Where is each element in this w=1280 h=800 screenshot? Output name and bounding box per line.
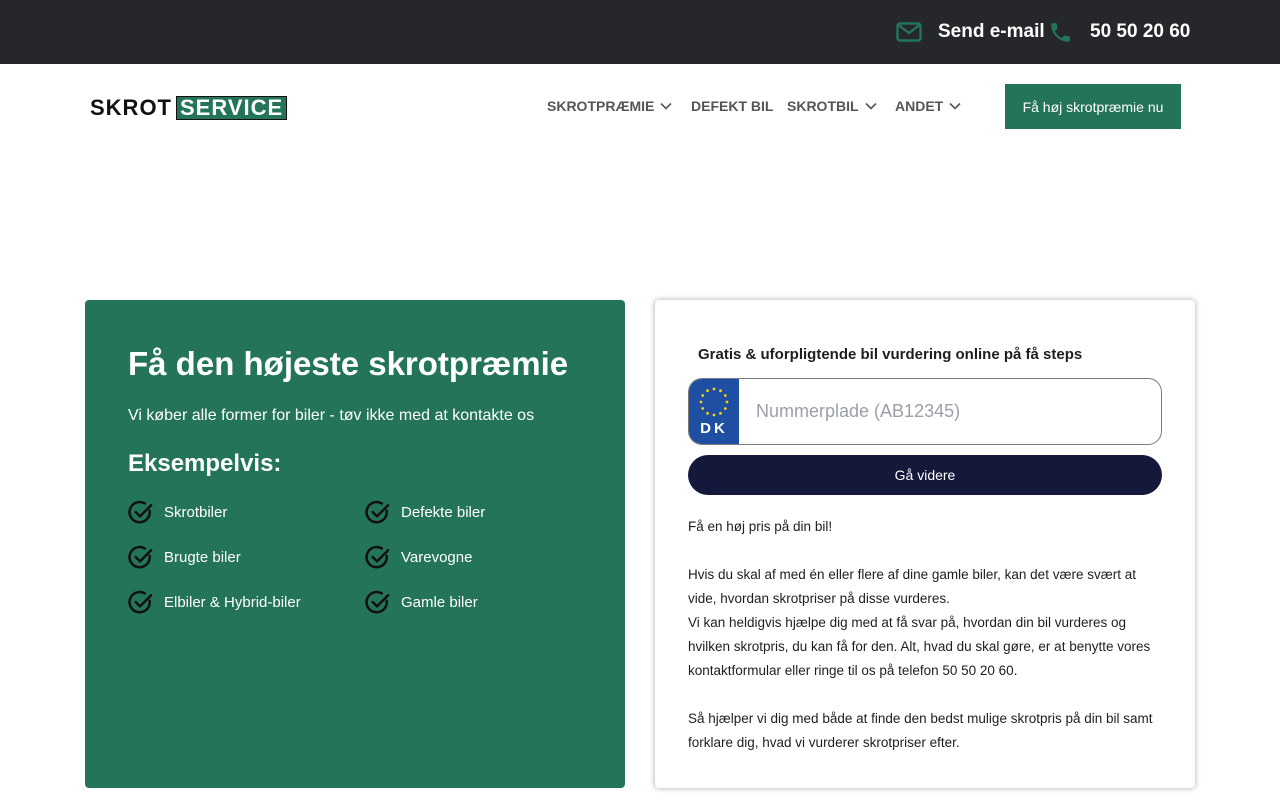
top-contact-bar: Send e-mail 50 50 20 60 [0,0,1280,64]
hero-card: Få den højeste skrotpræmie Vi køber alle… [85,300,625,788]
phone-number: 50 50 20 60 [1090,21,1191,42]
example-item: Varevogne [365,544,472,570]
check-circle-icon [128,545,153,568]
example-label: Brugte biler [164,548,241,566]
chevron-down-icon [660,102,672,110]
description-paragraph: Hvis du skal af med én eller flere af di… [688,567,1136,606]
description-paragraph: Så hjælper vi dig med både at finde den … [688,711,1153,750]
check-circle-icon [128,590,153,613]
hero-title: Få den højeste skrotpræmie [128,345,569,382]
example-item: Brugte biler [128,544,241,570]
valuation-form-card: Gratis & uforpligtende bil vurdering onl… [655,300,1195,788]
nav-item-skrotpraemie[interactable]: SKROTPRÆMIE [547,96,672,116]
example-item: Gamle biler [365,589,478,615]
country-code: DK [700,420,728,437]
check-circle-icon [128,500,153,523]
example-item: Elbiler & Hybrid-biler [128,589,301,615]
license-plate-field: DK [688,378,1162,445]
site-logo[interactable]: SKROT SERVICE [90,95,288,120]
continue-button[interactable]: Gå videre [688,455,1162,495]
nav-item-skrotbil[interactable]: SKROTBIL [787,96,877,116]
eu-stars-icon [699,387,729,417]
eu-country-badge: DK [689,379,739,444]
examples-heading: Eksempelvis: [128,450,282,477]
phone-link[interactable]: 50 50 20 60 [1048,0,1190,64]
check-circle-icon [365,545,390,568]
description-paragraph: Vi kan heldigvis hjælpe dig med at få sv… [688,615,1151,678]
nav-item-andet[interactable]: ANDET [895,96,961,116]
hero-subtitle: Vi køber alle former for biler - tøv ikk… [128,407,535,424]
nav-item-defekt-bil[interactable]: DEFEKT BIL [691,96,773,116]
logo-text-service: SERVICE [176,96,288,120]
phone-icon [1051,22,1070,42]
intro-text: Få en høj pris på din bil! [688,519,833,534]
nav-label: SKROTBIL [787,98,859,114]
send-email-link[interactable]: Send e-mail [896,0,1045,64]
chevron-down-icon [864,102,877,110]
logo-text-skrot: SKROT [90,95,172,120]
envelope-icon [896,22,922,42]
form-title: Gratis & uforpligtende bil vurdering onl… [698,346,1083,363]
send-email-label: Send e-mail [938,21,1045,42]
nav-label: ANDET [895,98,944,114]
example-label: Elbiler & Hybrid-biler [164,593,301,611]
example-label: Gamle biler [401,593,478,611]
example-item: Defekte biler [365,499,485,525]
check-circle-icon [365,500,390,523]
form-description: Få en høj pris på din bil! Hvis du skal … [688,515,1168,755]
example-item: Skrotbiler [128,499,227,525]
nav-label: SKROTPRÆMIE [547,98,655,114]
get-high-price-button[interactable]: Få høj skrotpræmie nu [1005,84,1181,129]
nav-label: DEFEKT BIL [691,98,774,114]
license-plate-input[interactable] [739,379,1161,444]
chevron-down-icon [949,102,961,110]
check-circle-icon [365,590,390,613]
example-label: Varevogne [401,548,473,566]
example-label: Defekte biler [401,503,486,521]
example-label: Skrotbiler [164,503,228,521]
